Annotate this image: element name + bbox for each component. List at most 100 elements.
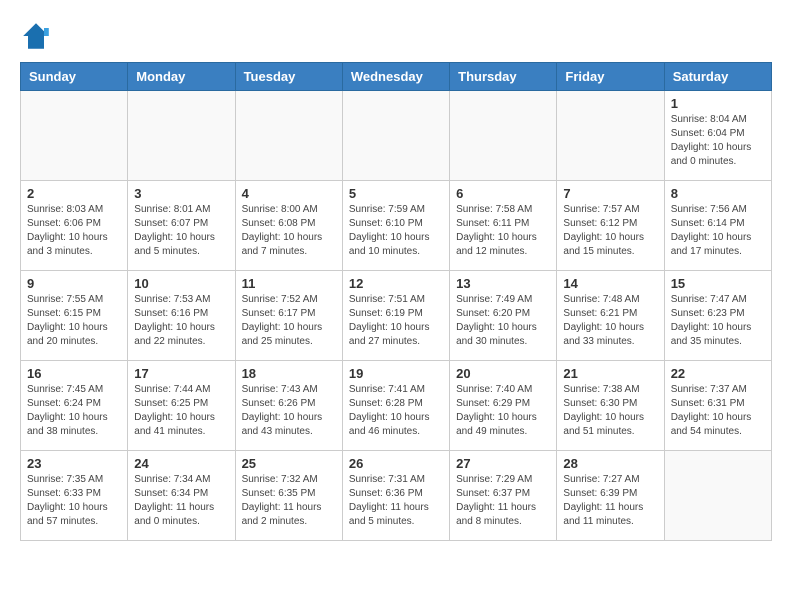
day-number: 7 (563, 186, 657, 201)
day-number: 18 (242, 366, 336, 381)
day-info: Sunrise: 7:45 AM Sunset: 6:24 PM Dayligh… (27, 383, 121, 439)
day-number: 4 (242, 186, 336, 201)
calendar-week-row: 23Sunrise: 7:35 AM Sunset: 6:33 PM Dayli… (21, 451, 772, 541)
calendar-day-cell: 22 Sunrise: 7:37 AM Sunset: 6:31 PM Dayli… (664, 361, 771, 451)
day-info: Sunrise: 7:47 AM Sunset: 6:23 PM Dayligh… (671, 293, 765, 349)
day-number: 11 (242, 276, 336, 291)
day-info: Sunrise: 7:37 AM Sunset: 6:31 PM Dayligh… (671, 383, 765, 439)
calendar-day-cell: 7 Sunrise: 7:57 AM Sunset: 6:12 PM Daylig… (557, 181, 664, 271)
day-number: 27 (456, 456, 550, 471)
weekday-header: Tuesday (235, 63, 342, 91)
calendar-day-cell: 5Sunrise: 7:59 AM Sunset: 6:10 PM Daylig… (342, 181, 449, 271)
weekday-header: Sunday (21, 63, 128, 91)
weekday-header: Friday (557, 63, 664, 91)
calendar-day-cell: 11 Sunrise: 7:52 AM Sunset: 6:17 PM Dayli… (235, 271, 342, 361)
calendar-day-cell: 18 Sunrise: 7:43 AM Sunset: 6:26 PM Dayli… (235, 361, 342, 451)
day-info: Sunrise: 7:27 AM Sunset: 6:39 PM Dayligh… (563, 473, 657, 529)
calendar-day-cell: 3 Sunrise: 8:01 AM Sunset: 6:07 PM Daylig… (128, 181, 235, 271)
day-info: Sunrise: 8:00 AM Sunset: 6:08 PM Dayligh… (242, 203, 336, 259)
calendar-day-cell: 6 Sunrise: 7:58 AM Sunset: 6:11 PM Daylig… (450, 181, 557, 271)
day-number: 24 (134, 456, 228, 471)
calendar-day-cell: 2Sunrise: 8:03 AM Sunset: 6:06 PM Daylig… (21, 181, 128, 271)
calendar-day-cell: 23Sunrise: 7:35 AM Sunset: 6:33 PM Dayli… (21, 451, 128, 541)
day-info: Sunrise: 7:34 AM Sunset: 6:34 PM Dayligh… (134, 473, 228, 529)
logo (20, 20, 56, 52)
calendar-day-cell: 19 Sunrise: 7:41 AM Sunset: 6:28 PM Dayli… (342, 361, 449, 451)
day-number: 14 (563, 276, 657, 291)
day-info: Sunrise: 7:44 AM Sunset: 6:25 PM Dayligh… (134, 383, 228, 439)
calendar-day-cell: 20 Sunrise: 7:40 AM Sunset: 6:29 PM Dayli… (450, 361, 557, 451)
weekday-header: Wednesday (342, 63, 449, 91)
day-number: 12 (349, 276, 443, 291)
day-number: 25 (242, 456, 336, 471)
calendar-day-cell: 9Sunrise: 7:55 AM Sunset: 6:15 PM Daylig… (21, 271, 128, 361)
day-number: 26 (349, 456, 443, 471)
day-info: Sunrise: 7:56 AM Sunset: 6:14 PM Dayligh… (671, 203, 765, 259)
calendar-day-cell (450, 91, 557, 181)
weekday-header: Monday (128, 63, 235, 91)
calendar-day-cell: 28 Sunrise: 7:27 AM Sunset: 6:39 PM Dayli… (557, 451, 664, 541)
day-info: Sunrise: 7:32 AM Sunset: 6:35 PM Dayligh… (242, 473, 336, 529)
day-number: 10 (134, 276, 228, 291)
day-info: Sunrise: 7:40 AM Sunset: 6:29 PM Dayligh… (456, 383, 550, 439)
logo-icon (20, 20, 52, 52)
day-info: Sunrise: 7:49 AM Sunset: 6:20 PM Dayligh… (456, 293, 550, 349)
calendar-day-cell: 14Sunrise: 7:48 AM Sunset: 6:21 PM Dayli… (557, 271, 664, 361)
day-info: Sunrise: 8:04 AM Sunset: 6:04 PM Dayligh… (671, 113, 765, 169)
day-info: Sunrise: 8:01 AM Sunset: 6:07 PM Dayligh… (134, 203, 228, 259)
day-number: 13 (456, 276, 550, 291)
day-info: Sunrise: 7:55 AM Sunset: 6:15 PM Dayligh… (27, 293, 121, 349)
calendar-day-cell (235, 91, 342, 181)
day-number: 19 (349, 366, 443, 381)
calendar-week-row: 16 Sunrise: 7:45 AM Sunset: 6:24 PM Dayli… (21, 361, 772, 451)
weekday-header: Saturday (664, 63, 771, 91)
day-number: 17 (134, 366, 228, 381)
calendar-day-cell: 4 Sunrise: 8:00 AM Sunset: 6:08 PM Daylig… (235, 181, 342, 271)
day-info: Sunrise: 7:58 AM Sunset: 6:11 PM Dayligh… (456, 203, 550, 259)
day-number: 22 (671, 366, 765, 381)
day-info: Sunrise: 7:43 AM Sunset: 6:26 PM Dayligh… (242, 383, 336, 439)
day-number: 3 (134, 186, 228, 201)
calendar-day-cell (557, 91, 664, 181)
calendar-day-cell (21, 91, 128, 181)
calendar-day-cell (664, 451, 771, 541)
calendar-day-cell: 21 Sunrise: 7:38 AM Sunset: 6:30 PM Dayli… (557, 361, 664, 451)
calendar-day-cell: 13 Sunrise: 7:49 AM Sunset: 6:20 PM Dayli… (450, 271, 557, 361)
day-info: Sunrise: 7:52 AM Sunset: 6:17 PM Dayligh… (242, 293, 336, 349)
day-info: Sunrise: 7:29 AM Sunset: 6:37 PM Dayligh… (456, 473, 550, 529)
calendar-day-cell: 10 Sunrise: 7:53 AM Sunset: 6:16 PM Dayli… (128, 271, 235, 361)
day-number: 16 (27, 366, 121, 381)
day-number: 23 (27, 456, 121, 471)
day-info: Sunrise: 7:41 AM Sunset: 6:28 PM Dayligh… (349, 383, 443, 439)
day-info: Sunrise: 7:31 AM Sunset: 6:36 PM Dayligh… (349, 473, 443, 529)
page-header (20, 20, 772, 52)
calendar-day-cell: 12 Sunrise: 7:51 AM Sunset: 6:19 PM Dayli… (342, 271, 449, 361)
calendar-table: SundayMondayTuesdayWednesdayThursdayFrid… (20, 62, 772, 541)
day-number: 28 (563, 456, 657, 471)
day-number: 15 (671, 276, 765, 291)
day-number: 2 (27, 186, 121, 201)
calendar-day-cell: 25 Sunrise: 7:32 AM Sunset: 6:35 PM Dayli… (235, 451, 342, 541)
calendar-day-cell: 15 Sunrise: 7:47 AM Sunset: 6:23 PM Dayli… (664, 271, 771, 361)
day-info: Sunrise: 7:53 AM Sunset: 6:16 PM Dayligh… (134, 293, 228, 349)
calendar-week-row: 9Sunrise: 7:55 AM Sunset: 6:15 PM Daylig… (21, 271, 772, 361)
day-number: 1 (671, 96, 765, 111)
calendar-day-cell: 16 Sunrise: 7:45 AM Sunset: 6:24 PM Dayli… (21, 361, 128, 451)
calendar-week-row: 1 Sunrise: 8:04 AM Sunset: 6:04 PM Daylig… (21, 91, 772, 181)
calendar-week-row: 2Sunrise: 8:03 AM Sunset: 6:06 PM Daylig… (21, 181, 772, 271)
day-info: Sunrise: 7:57 AM Sunset: 6:12 PM Dayligh… (563, 203, 657, 259)
day-number: 5 (349, 186, 443, 201)
calendar-day-cell: 17 Sunrise: 7:44 AM Sunset: 6:25 PM Dayli… (128, 361, 235, 451)
day-info: Sunrise: 7:51 AM Sunset: 6:19 PM Dayligh… (349, 293, 443, 349)
calendar-day-cell: 27 Sunrise: 7:29 AM Sunset: 6:37 PM Dayli… (450, 451, 557, 541)
weekday-header-row: SundayMondayTuesdayWednesdayThursdayFrid… (21, 63, 772, 91)
day-number: 20 (456, 366, 550, 381)
day-number: 21 (563, 366, 657, 381)
weekday-header: Thursday (450, 63, 557, 91)
calendar-day-cell: 1 Sunrise: 8:04 AM Sunset: 6:04 PM Daylig… (664, 91, 771, 181)
calendar-day-cell (342, 91, 449, 181)
day-number: 6 (456, 186, 550, 201)
day-info: Sunrise: 7:38 AM Sunset: 6:30 PM Dayligh… (563, 383, 657, 439)
calendar-day-cell: 8Sunrise: 7:56 AM Sunset: 6:14 PM Daylig… (664, 181, 771, 271)
calendar-day-cell: 26 Sunrise: 7:31 AM Sunset: 6:36 PM Dayli… (342, 451, 449, 541)
